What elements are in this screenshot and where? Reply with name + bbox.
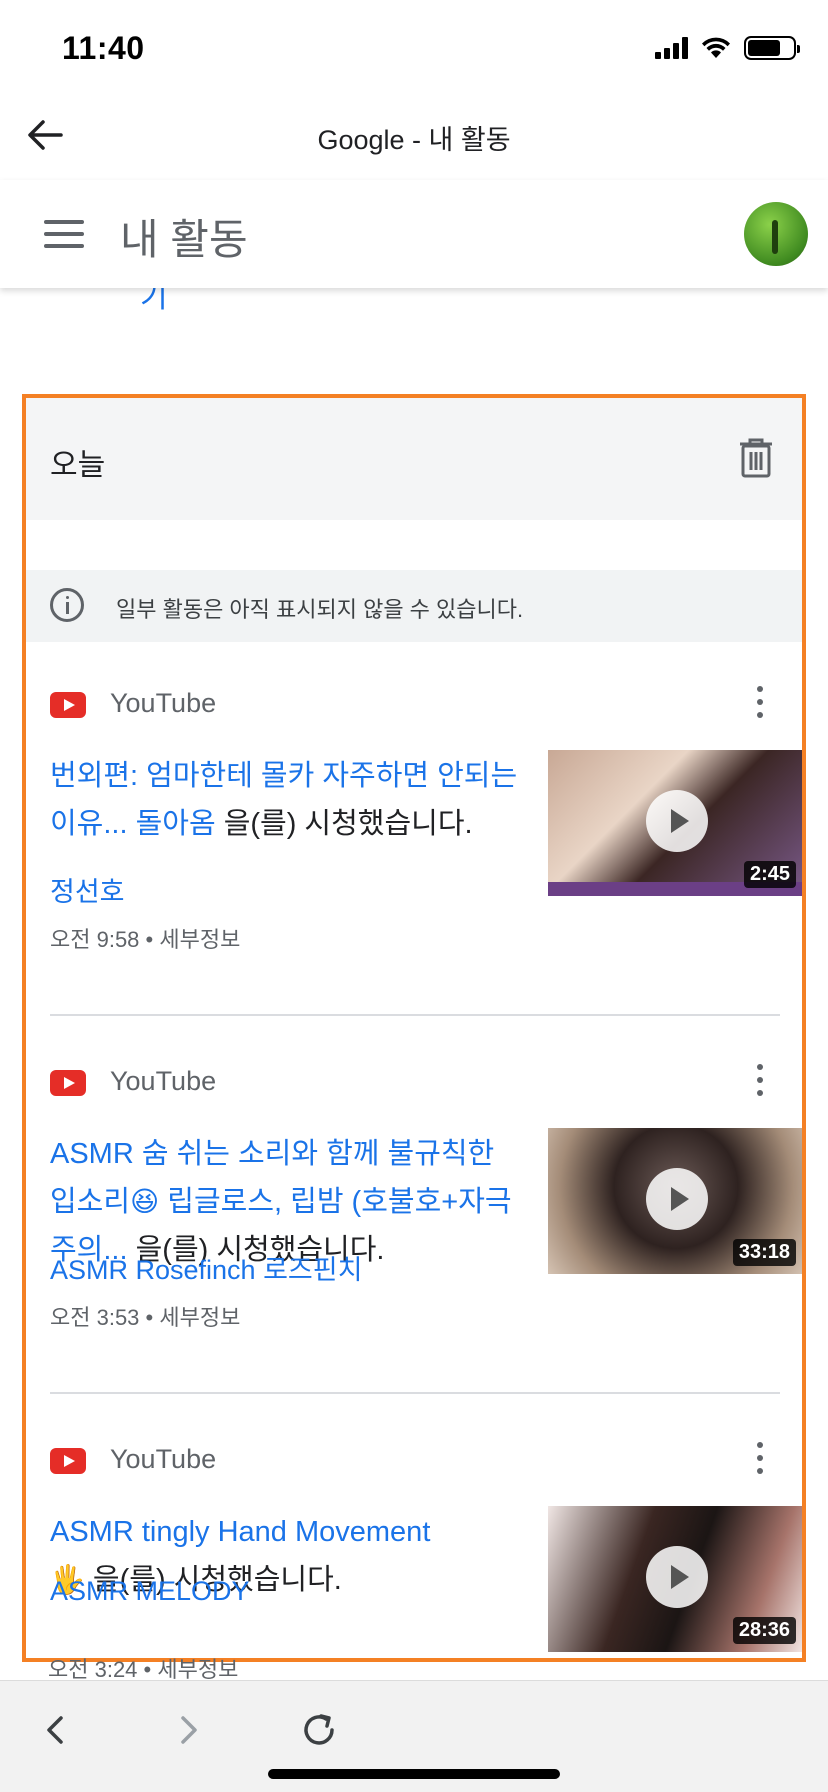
video-duration: 28:36	[732, 1617, 796, 1644]
browser-toolbar	[0, 1680, 828, 1792]
activity-item: YouTube ASMR 숨 쉬는 소리와 함께 불규칙한 입소리😆 립글로스,…	[50, 1062, 802, 1362]
channel-link[interactable]: ASMR MELODY	[50, 1576, 250, 1607]
youtube-icon	[50, 1070, 86, 1096]
play-icon	[646, 790, 708, 852]
details-link[interactable]: 세부정보	[159, 1305, 240, 1330]
status-icons	[655, 36, 800, 60]
activity-meta: 오전 3:53 • 세부정보	[50, 1305, 241, 1330]
video-thumbnail[interactable]: 2:45	[548, 750, 802, 896]
play-icon	[646, 1168, 708, 1230]
more-options-button[interactable]	[750, 684, 770, 720]
avatar[interactable]	[744, 202, 808, 266]
channel-link[interactable]: 정선호	[50, 870, 125, 909]
delete-day-button[interactable]	[738, 438, 778, 482]
status-time: 11:40	[62, 30, 145, 66]
channel-link[interactable]: ASMR Rosefinch 로즈핀치	[50, 1248, 362, 1287]
info-icon	[50, 588, 84, 622]
video-title-link[interactable]: ASMR tingly Hand Movement	[50, 1516, 430, 1548]
reload-icon	[304, 1714, 334, 1745]
cellular-signal-icon	[655, 37, 688, 59]
video-duration: 33:18	[732, 1239, 796, 1266]
activity-item: YouTube 번외편: 엄마한테 몰카 자주하면 안되는 이유... 돌아옴 …	[50, 684, 802, 984]
activity-suffix: 을(를) 시청했습니다.	[215, 808, 473, 840]
more-options-button[interactable]	[750, 1440, 770, 1476]
activity-source: YouTube	[110, 688, 217, 718]
youtube-icon	[50, 1448, 86, 1474]
browser-back-button[interactable]	[30, 1705, 80, 1755]
notice-text: 일부 활동은 아직 표시되지 않을 수 있습니다.	[116, 597, 524, 622]
divider	[50, 1392, 780, 1394]
day-title: 오늘	[50, 449, 106, 482]
video-thumbnail[interactable]: 28:36	[548, 1506, 802, 1652]
activity-time: 오전 9:58	[50, 927, 140, 952]
play-icon	[646, 1546, 708, 1608]
reload-button[interactable]	[294, 1705, 344, 1755]
activity-meta: 오전 9:58 • 세부정보	[50, 927, 241, 952]
video-duration: 2:45	[743, 861, 796, 888]
app-header: 내 활동	[0, 180, 828, 288]
activity-item: YouTube ASMR tingly Hand Movement 🖐 을(를) …	[50, 1440, 802, 1658]
chevron-left-icon	[47, 1716, 63, 1744]
trash-icon	[740, 438, 772, 478]
video-thumbnail[interactable]: 33:18	[548, 1128, 802, 1274]
battery-icon	[744, 36, 800, 60]
info-notice: 일부 활동은 아직 표시되지 않을 수 있습니다.	[26, 570, 802, 642]
wifi-icon	[702, 37, 730, 58]
activity-source: YouTube	[110, 1444, 217, 1474]
activity-time: 오전 3:53	[50, 1305, 140, 1330]
menu-button[interactable]	[40, 214, 88, 254]
activity-text: 번외편: 엄마한테 몰카 자주하면 안되는 이유... 돌아옴 을(를) 시청했…	[50, 752, 520, 848]
chevron-right-icon	[181, 1716, 197, 1744]
browser-header: Google - 내 활동	[0, 100, 828, 180]
page-title: 내 활동	[120, 216, 248, 263]
divider	[50, 1014, 780, 1016]
youtube-icon	[50, 692, 86, 718]
emoji: 😆	[130, 1186, 160, 1217]
browser-title: Google - 내 활동	[317, 125, 511, 155]
more-options-button[interactable]	[750, 1062, 770, 1098]
day-activity-card: 오늘 일부 활동은 아직 표시되지 않을 수 있습니다. YouTube 번외편…	[22, 394, 806, 1662]
day-header: 오늘	[26, 398, 802, 520]
activity-source: YouTube	[110, 1066, 217, 1096]
details-link[interactable]: 세부정보	[159, 927, 240, 952]
browser-forward-button[interactable]	[164, 1705, 214, 1755]
status-bar: 11:40	[0, 0, 828, 100]
home-indicator	[268, 1769, 560, 1779]
